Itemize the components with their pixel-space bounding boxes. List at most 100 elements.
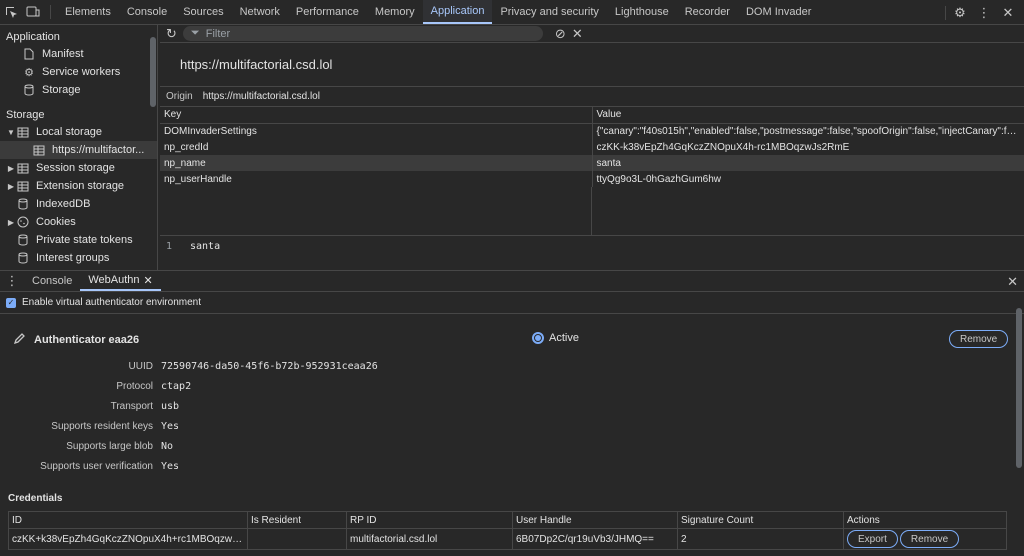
sidebar-item-session-storage[interactable]: ▶ Session storage (0, 159, 157, 177)
sidebar-item-storage[interactable]: Storage (0, 81, 157, 99)
property-value: Yes (161, 420, 180, 432)
document-icon (22, 48, 36, 60)
preview-line-number: 1 (165, 241, 172, 252)
credentials-heading: Credentials (8, 493, 63, 504)
filter-input[interactable]: ⏷ Filter (182, 26, 543, 41)
column-header-is-resident: Is Resident (247, 511, 347, 529)
table-empty-area (160, 187, 1024, 235)
database-icon (16, 234, 30, 246)
expand-arrow-icon[interactable]: ▶ (6, 164, 16, 173)
credential-id: czKK+k38vEpZh4GqKczZNOpuX4h+rc1MBOqzwJs2… (8, 528, 248, 550)
remove-authenticator-button[interactable]: Remove (949, 330, 1009, 348)
sidebar-item-manifest[interactable]: Manifest (0, 45, 157, 63)
tab-application[interactable]: Application (422, 0, 493, 24)
panel-scrollbar[interactable] (1016, 308, 1022, 468)
property-label: Supports large blob (66, 440, 153, 452)
sidebar-item-extension-storage[interactable]: ▶ Extension storage (0, 177, 157, 195)
sidebar-item-service-workers[interactable]: ⚙ Service workers (0, 63, 157, 81)
table-icon (16, 180, 30, 192)
table-icon (16, 126, 30, 138)
inspect-element-icon[interactable] (0, 0, 22, 24)
expand-arrow-icon[interactable]: ▶ (6, 182, 16, 191)
close-drawer-icon[interactable]: ✕ (1007, 274, 1018, 290)
delete-selected-icon[interactable]: ✕ (572, 26, 583, 42)
property-value: usb (161, 400, 180, 412)
tab-recorder[interactable]: Recorder (677, 0, 738, 24)
sidebar-heading-application: Application (6, 31, 60, 43)
tab-elements[interactable]: Elements (57, 0, 119, 24)
property-row: UUID 72590746-da50-45f6-b72b-952931ceaa2… (0, 356, 400, 376)
property-label: Transport (110, 400, 153, 412)
credential-user-handle: 6B07Dp2C/qr19uVb3/JHMQ== (512, 528, 678, 550)
filter-icon: ⏷ (190, 27, 200, 39)
table-row[interactable]: np_userHandle ttyQg9o3L-0hGazhGum6hw (160, 171, 1024, 187)
clear-all-icon[interactable]: ⊘ (555, 26, 566, 42)
edit-pencil-icon[interactable] (13, 332, 26, 347)
tab-lighthouse[interactable]: Lighthouse (607, 0, 677, 24)
remove-credential-button[interactable]: Remove (899, 530, 960, 548)
property-label: Protocol (116, 380, 153, 392)
close-tab-icon[interactable]: ✕ (144, 274, 153, 287)
gears-icon: ⚙ (24, 66, 34, 79)
sidebar-scrollbar[interactable] (150, 37, 156, 107)
property-row: Supports large blob No (0, 436, 400, 456)
column-header-user-handle: User Handle (512, 511, 678, 529)
table-row-selected[interactable]: np_name santa (160, 155, 1024, 171)
drawer-menu-icon[interactable]: ⋮ (0, 271, 24, 291)
column-header-rp-id: RP ID (346, 511, 513, 529)
refresh-icon[interactable]: ↻ (166, 26, 177, 42)
more-options-icon[interactable]: ⋮ (974, 5, 994, 21)
tab-performance[interactable]: Performance (288, 0, 367, 24)
database-icon (16, 252, 30, 264)
export-credential-button[interactable]: Export (847, 530, 898, 548)
tab-memory[interactable]: Memory (367, 0, 423, 24)
sidebar-item-local-storage-origin[interactable]: https://multifactor... (0, 141, 157, 159)
sidebar-item-cookies[interactable]: ▶ Cookies (0, 213, 157, 231)
row-value: {"canary":"f40s015h","enabled":false,"po… (592, 123, 1024, 139)
tab-privacy-and-security[interactable]: Privacy and security (492, 0, 606, 24)
sidebar-item-indexeddb[interactable]: IndexedDB (0, 195, 157, 213)
sidebar-item-label: https://multifactor... (52, 144, 145, 156)
credential-rp-id: multifactorial.csd.lol (346, 528, 513, 550)
expand-arrow-icon[interactable]: ▼ (6, 128, 16, 137)
active-radio-group[interactable]: Active (532, 332, 579, 344)
device-toolbar-icon[interactable] (22, 0, 44, 24)
tab-dom-invader[interactable]: DOM Invader (738, 0, 819, 24)
table-row[interactable]: np_credId czKK-k38vEpZh4GqKczZNOpuX4h-rc… (160, 139, 1024, 155)
toolbar-divider (945, 5, 946, 20)
column-header-key[interactable]: Key (160, 107, 593, 124)
tab-network[interactable]: Network (232, 0, 288, 24)
credential-signature-count: 2 (677, 528, 844, 550)
sidebar-item-local-storage[interactable]: ▼ Local storage (0, 123, 157, 141)
authenticator-header: Authenticator eaa26 (13, 332, 139, 347)
column-header-value[interactable]: Value (592, 107, 1024, 124)
drawer-tab-webauthn[interactable]: WebAuthn ✕ (80, 271, 161, 291)
row-value: czKK-k38vEpZh4GqKczZNOpuX4h-rc1MBOqzwJs2… (592, 139, 1024, 155)
drawer-tab-bar: ⋮ Console WebAuthn ✕ ✕ (0, 270, 1024, 292)
sidebar-item-private-state-tokens[interactable]: Private state tokens (0, 231, 157, 249)
sidebar-item-label: Extension storage (36, 180, 125, 192)
active-radio[interactable] (532, 332, 544, 344)
table-row[interactable]: DOMInvaderSettings {"canary":"f40s015h",… (160, 123, 1024, 139)
column-header-actions: Actions (843, 511, 1007, 529)
enable-checkbox[interactable]: ✓ (6, 297, 16, 308)
expand-arrow-icon[interactable]: ▶ (6, 218, 16, 227)
column-header-signature-count: Signature Count (677, 511, 844, 529)
sidebar-item-label: Cookies (36, 216, 76, 228)
origin-title: https://multifactorial.csd.lol (160, 43, 1024, 87)
key-value-table: Key Value DOMInvaderSettings {"canary":"… (160, 107, 1024, 187)
settings-gear-icon[interactable]: ⚙ (950, 5, 970, 21)
sidebar-item-interest-groups[interactable]: Interest groups (0, 249, 157, 267)
row-key: np_name (160, 155, 593, 171)
property-label: Supports user verification (40, 460, 153, 472)
drawer-tab-console[interactable]: Console (24, 271, 80, 291)
credential-is-resident (247, 528, 347, 550)
sidebar-item-label: Storage (42, 84, 81, 96)
origin-label: Origin (166, 91, 193, 102)
tab-console[interactable]: Console (119, 0, 175, 24)
sidebar-item-label: Private state tokens (36, 234, 133, 246)
tab-sources[interactable]: Sources (175, 0, 231, 24)
drawer-tab-label: WebAuthn (88, 274, 140, 286)
enable-virtual-authenticator-row[interactable]: ✓ Enable virtual authenticator environme… (0, 292, 1024, 314)
close-devtools-icon[interactable]: ✕ (998, 5, 1018, 21)
